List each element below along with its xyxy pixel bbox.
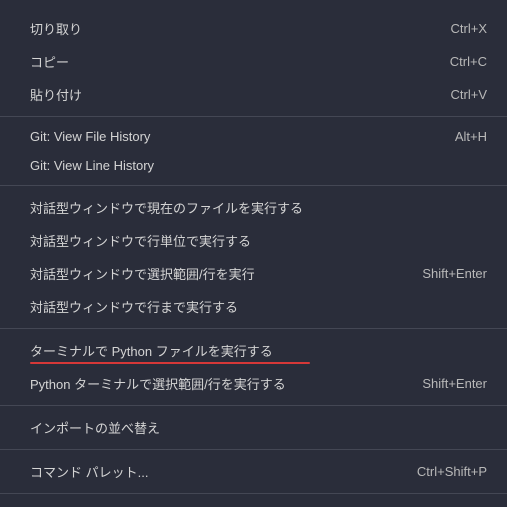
menu-label: コピー	[30, 52, 69, 71]
menu-separator	[0, 493, 507, 494]
menu-item-copy[interactable]: コピー Ctrl+C	[0, 45, 507, 78]
menu-shortcut: Ctrl+Shift+P	[417, 464, 487, 479]
menu-label: 対話型ウィンドウで現在のファイルを実行する	[30, 198, 303, 217]
menu-label: インポートの並べ替え	[30, 418, 160, 437]
menu-label: Python ターミナルで選択範囲/行を実行する	[30, 374, 286, 393]
menu-shortcut: Alt+H	[455, 129, 487, 144]
menu-label: 対話型ウィンドウで行まで実行する	[30, 297, 238, 316]
menu-item-run-python-terminal[interactable]: ターミナルで Python ファイルを実行する	[0, 334, 507, 367]
menu-label: コマンド パレット...	[30, 462, 148, 481]
menu-item-sort-imports[interactable]: インポートの並べ替え	[0, 411, 507, 444]
highlight-underline	[30, 362, 310, 364]
menu-label: 切り取り	[30, 19, 82, 38]
menu-item-run-selection-terminal[interactable]: Python ターミナルで選択範囲/行を実行する Shift+Enter	[0, 367, 507, 400]
menu-separator	[0, 449, 507, 450]
menu-item-git-line-history[interactable]: Git: View Line History	[0, 151, 507, 180]
menu-item-command-palette[interactable]: コマンド パレット... Ctrl+Shift+P	[0, 455, 507, 488]
menu-item-run-selection-interactive[interactable]: 対話型ウィンドウで選択範囲/行を実行 Shift+Enter	[0, 257, 507, 290]
context-menu: 切り取り Ctrl+X コピー Ctrl+C 貼り付け Ctrl+V Git: …	[0, 0, 507, 494]
menu-separator	[0, 116, 507, 117]
menu-label: 対話型ウィンドウで選択範囲/行を実行	[30, 264, 255, 283]
menu-label: Git: View Line History	[30, 158, 154, 173]
menu-item-run-line-interactive[interactable]: 対話型ウィンドウで行単位で実行する	[0, 224, 507, 257]
menu-item-cut[interactable]: 切り取り Ctrl+X	[0, 12, 507, 45]
menu-shortcut: Ctrl+X	[451, 21, 487, 36]
menu-item-run-file-interactive[interactable]: 対話型ウィンドウで現在のファイルを実行する	[0, 191, 507, 224]
menu-item-run-to-line-interactive[interactable]: 対話型ウィンドウで行まで実行する	[0, 290, 507, 323]
menu-separator	[0, 405, 507, 406]
menu-item-git-file-history[interactable]: Git: View File History Alt+H	[0, 122, 507, 151]
menu-label: ターミナルで Python ファイルを実行する	[30, 341, 273, 360]
menu-shortcut: Shift+Enter	[422, 376, 487, 391]
menu-label: 対話型ウィンドウで行単位で実行する	[30, 231, 251, 250]
menu-item-paste[interactable]: 貼り付け Ctrl+V	[0, 78, 507, 111]
menu-shortcut: Ctrl+C	[450, 54, 487, 69]
menu-separator	[0, 185, 507, 186]
menu-label: 貼り付け	[30, 85, 82, 104]
menu-separator	[0, 328, 507, 329]
menu-shortcut: Ctrl+V	[451, 87, 487, 102]
menu-shortcut: Shift+Enter	[422, 266, 487, 281]
menu-label: Git: View File History	[30, 129, 150, 144]
